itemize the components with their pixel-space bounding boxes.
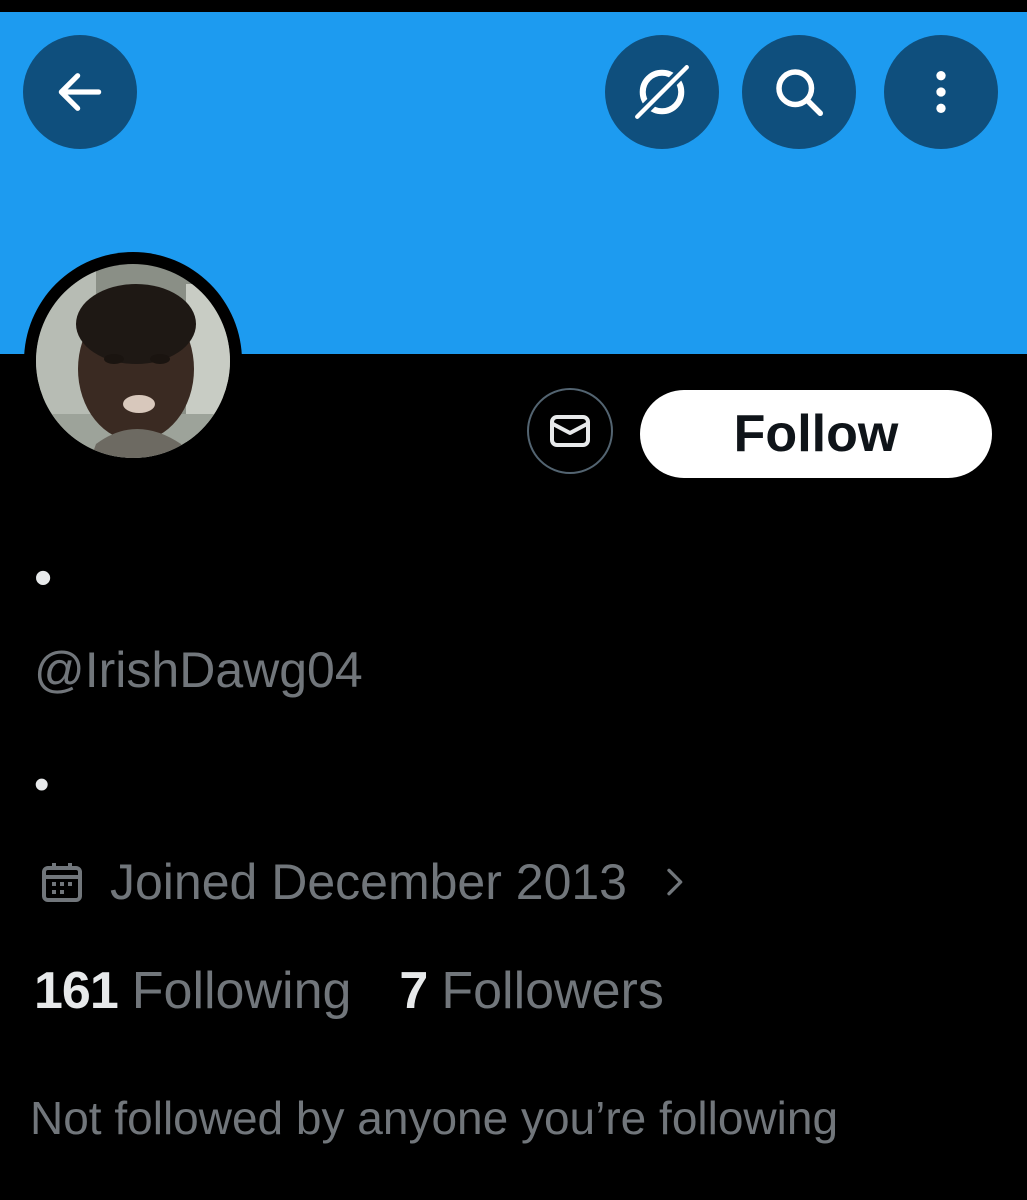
followers-label: Followers xyxy=(441,962,664,1020)
arrow-left-icon xyxy=(58,73,102,111)
followers-link[interactable]: 7 Followers xyxy=(399,961,663,1021)
more-button[interactable] xyxy=(884,35,998,149)
search-button[interactable] xyxy=(742,35,856,149)
calendar-icon xyxy=(42,863,82,902)
following-count: 161 xyxy=(34,962,119,1020)
followers-count: 7 xyxy=(399,962,428,1020)
joined-date-row[interactable]: Joined December 2013 xyxy=(38,850,691,914)
grok-icon xyxy=(633,63,691,121)
envelope-icon xyxy=(550,415,590,447)
user-handle: @IrishDawg04 xyxy=(34,642,363,698)
search-icon xyxy=(776,69,823,116)
more-vertical-icon xyxy=(936,71,946,113)
grok-button[interactable] xyxy=(605,35,719,149)
chevron-right-icon xyxy=(667,868,683,896)
profile-bio: • xyxy=(34,760,50,809)
following-link[interactable]: 161 Following xyxy=(34,961,351,1021)
back-button[interactable] xyxy=(23,35,137,149)
follow-button[interactable]: Follow xyxy=(640,390,992,478)
follow-stats: 161 Following 7 Followers xyxy=(34,956,664,1026)
following-label: Following xyxy=(131,962,352,1020)
message-button[interactable] xyxy=(527,388,613,474)
display-name: • xyxy=(34,549,53,607)
mutual-followers-text: Not followed by anyone you’re following xyxy=(30,1092,839,1144)
avatar[interactable] xyxy=(36,264,230,458)
avatar-photo xyxy=(36,264,230,458)
joined-date: Joined December 2013 xyxy=(110,854,627,910)
status-bar-edge xyxy=(0,0,1027,12)
